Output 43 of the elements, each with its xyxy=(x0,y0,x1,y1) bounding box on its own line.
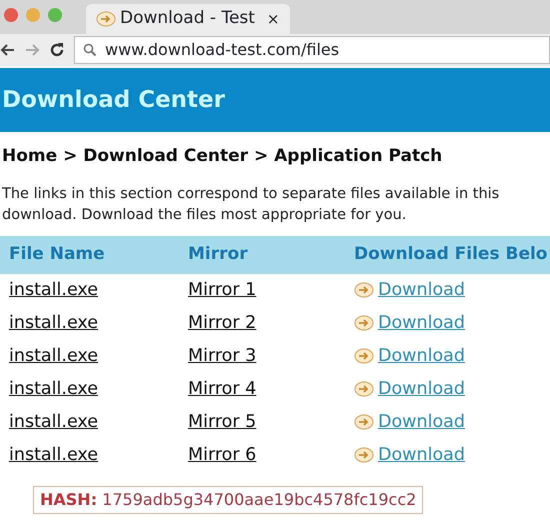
column-header: Mirror xyxy=(188,244,248,264)
download-icon xyxy=(354,315,374,331)
mirror-link[interactable]: Mirror 1 xyxy=(188,280,256,300)
mirror-link[interactable]: Mirror 6 xyxy=(188,444,256,465)
tab-title: Download - Test xyxy=(120,7,255,30)
download-link[interactable]: Download xyxy=(378,310,465,336)
hash-box: HASH: 1759adb5g34700aae19bc4578fc19cc2 xyxy=(33,486,424,514)
file-link[interactable]: install.exe xyxy=(9,346,98,366)
page-title: Download Center xyxy=(2,86,225,115)
file-link[interactable]: install.exe xyxy=(9,412,98,432)
window-control-dot[interactable] xyxy=(26,8,40,22)
file-link[interactable]: install.exe xyxy=(9,280,98,300)
mirror-link[interactable]: Mirror 4 xyxy=(188,378,256,399)
intro-text: The links in this section correspond to separate files available in this download. Download the files most appropriate for you. xyxy=(2,184,500,224)
download-link[interactable]: Download xyxy=(378,408,465,436)
mirror-link[interactable]: Mirror 3 xyxy=(188,346,256,366)
file-link[interactable]: install.exe xyxy=(9,444,98,465)
download-icon xyxy=(354,348,374,364)
tab-close-button[interactable]: × xyxy=(266,8,280,30)
window-control-dot[interactable] xyxy=(4,8,18,22)
column-header: Download Files Belo xyxy=(354,244,548,264)
back-arrow-icon[interactable] xyxy=(0,42,16,58)
forward-arrow-icon[interactable] xyxy=(24,42,40,58)
browser-tab[interactable]: Download - Test × xyxy=(86,4,290,34)
file-link[interactable]: install.exe xyxy=(9,312,98,333)
download-icon xyxy=(354,414,374,430)
download-link[interactable]: Download xyxy=(378,442,465,468)
mirror-link[interactable]: Mirror 2 xyxy=(188,312,256,333)
download-icon xyxy=(354,282,374,298)
download-link[interactable]: Download xyxy=(378,376,465,402)
download-icon xyxy=(354,381,374,397)
breadcrumb: Home > Download Center > Application Patch xyxy=(2,145,444,168)
search-icon xyxy=(83,43,97,57)
download-icon xyxy=(354,447,374,463)
page-favicon-icon xyxy=(96,11,116,27)
window-control-dot[interactable] xyxy=(48,8,62,22)
download-link[interactable]: Download xyxy=(378,342,465,370)
download-link[interactable]: Download xyxy=(378,276,465,304)
address-bar[interactable]: www.download-test.com/files xyxy=(74,36,550,64)
reload-icon[interactable] xyxy=(48,41,66,59)
file-link[interactable]: install.exe xyxy=(9,378,98,399)
mirror-link[interactable]: Mirror 5 xyxy=(188,412,256,432)
column-header: File Name xyxy=(9,244,105,264)
